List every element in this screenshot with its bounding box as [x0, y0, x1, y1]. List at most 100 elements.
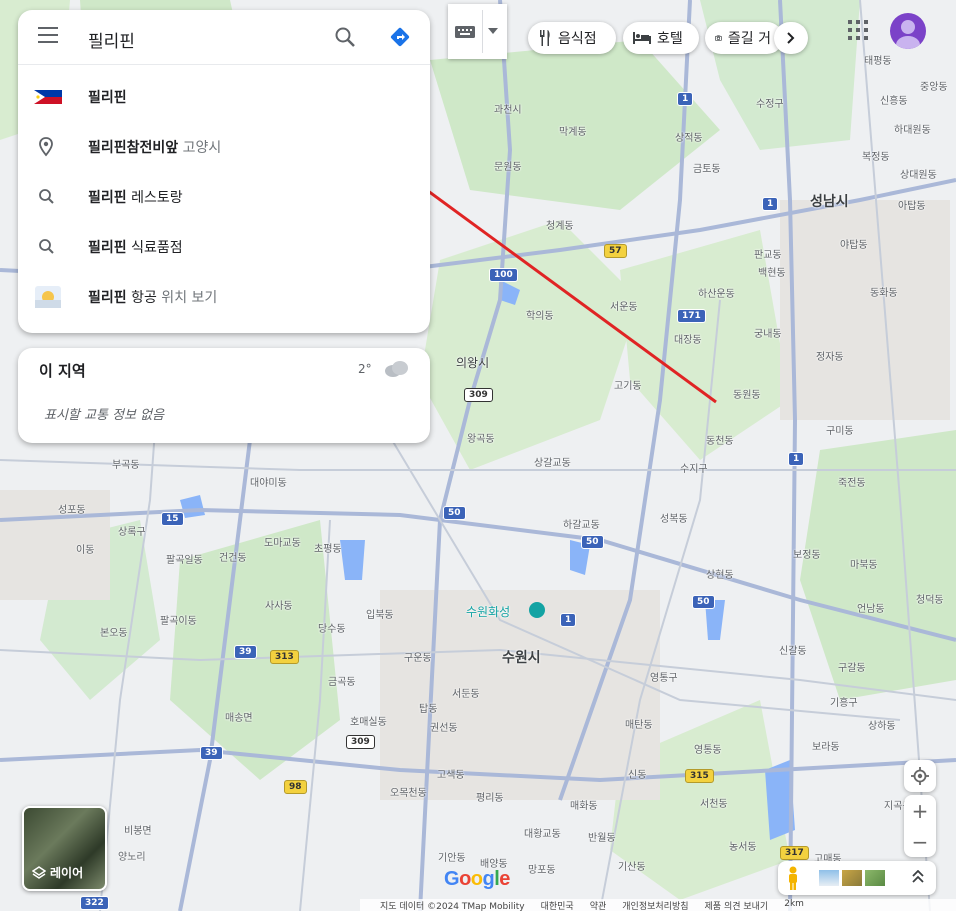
- suggestion-item[interactable]: 필리핀 식료품점: [18, 222, 430, 272]
- map-place-label: 궁내동: [754, 329, 782, 340]
- imagery-thumb[interactable]: [865, 870, 885, 886]
- map-place-label: 부곡동: [112, 460, 140, 471]
- map-place-label: 구갈동: [838, 663, 866, 674]
- zoom-in-button[interactable]: +: [904, 795, 936, 826]
- imagery-thumb[interactable]: [842, 870, 862, 886]
- scroll-right-button[interactable]: [774, 22, 808, 54]
- map-place-label: 신흥동: [880, 96, 908, 107]
- map-footer: 지도 데이터 ©2024 TMap Mobility 대한민국 약관 개인정보처…: [360, 899, 956, 911]
- map-place-label: 양노리: [118, 852, 146, 863]
- search-row: 필리핀: [18, 10, 430, 65]
- map-city-label: 수원시: [502, 650, 541, 666]
- map-place-label: 동화동: [870, 288, 898, 299]
- footer-link[interactable]: 제품 의견 보내기: [705, 899, 769, 911]
- suggestion-item[interactable]: 필리핀 항공 위치 보기: [18, 272, 430, 322]
- category-things-to-do[interactable]: 즐길 거: [705, 22, 783, 54]
- zoom-out-button[interactable]: −: [904, 826, 936, 857]
- keyboard-icon: [455, 26, 475, 38]
- map-place-label: 구미동: [826, 426, 854, 437]
- scale-label[interactable]: 2km: [784, 899, 804, 911]
- suggestion-item[interactable]: 필리핀 레스토랑: [18, 172, 430, 222]
- suggestion-sub: 위치 보기: [156, 290, 218, 306]
- highway-shield: 39: [234, 645, 257, 659]
- map-place-label: 이동: [76, 545, 95, 556]
- layers-icon: [32, 865, 46, 879]
- highway-shield: 1: [762, 197, 779, 211]
- map-place-label: 영통동: [694, 745, 722, 756]
- menu-icon[interactable]: [38, 27, 58, 45]
- layers-button[interactable]: 레이어: [22, 806, 107, 891]
- map-place-label: 금곡동: [328, 677, 356, 688]
- map-place-label: 상현동: [706, 570, 734, 581]
- map-place-label: 학의동: [526, 311, 554, 322]
- search-icon[interactable]: [333, 25, 357, 49]
- map-place-label: 건건동: [219, 553, 247, 564]
- highway-shield: 50: [692, 595, 715, 609]
- map-place-label: 팔곡이동: [160, 616, 197, 627]
- highway-shield: 315: [685, 769, 714, 783]
- directions-icon[interactable]: [388, 25, 412, 49]
- my-location-button[interactable]: [904, 760, 936, 792]
- map-place-label: 망포동: [528, 865, 556, 876]
- expand-up-icon[interactable]: [912, 870, 924, 884]
- map-place-label: 보정동: [793, 550, 821, 561]
- category-hotels[interactable]: 호텔: [623, 22, 699, 54]
- area-card[interactable]: 이 지역 2° 표시할 교통 정보 없음: [18, 348, 430, 443]
- highway-shield: 1: [560, 613, 577, 627]
- imagery-strip: [778, 861, 936, 895]
- category-label: 호텔: [657, 31, 683, 47]
- suggestion-item[interactable]: 필리핀: [18, 72, 430, 122]
- map-place-label: 영통구: [650, 673, 678, 684]
- input-tools-button[interactable]: [448, 4, 507, 59]
- suggestion-bold: 필리핀: [88, 290, 127, 306]
- footer-attribution: 지도 데이터 ©2024 TMap Mobility: [380, 902, 525, 911]
- apps-grid-icon[interactable]: [848, 20, 868, 40]
- category-restaurants[interactable]: 음식점: [528, 22, 616, 54]
- suggestion-rest: 식료품점: [126, 240, 183, 256]
- map-place-label: 비봉면: [124, 826, 152, 837]
- map-place-label: 고색동: [437, 770, 465, 781]
- map-place-label: 상갈교동: [534, 458, 571, 469]
- footer-link[interactable]: 약관: [590, 899, 607, 911]
- map-place-label: 도마교동: [264, 538, 301, 549]
- map-place-label: 왕곡동: [467, 434, 495, 445]
- map-place-label: 오목천동: [390, 788, 427, 799]
- pin-icon: [39, 137, 53, 157]
- map-place-label: 매화동: [570, 801, 598, 812]
- highway-shield: 1: [677, 92, 694, 106]
- map-place-label: 호매실동: [350, 717, 387, 728]
- bed-icon: [633, 32, 651, 44]
- map-place-label: 마북동: [850, 560, 878, 571]
- map-place-label: 당수동: [318, 624, 346, 635]
- map-place-label: 반월동: [588, 833, 616, 844]
- avatar[interactable]: [890, 13, 926, 49]
- map-place-label: 신동: [628, 770, 647, 781]
- map-place-label: 아탑동: [898, 201, 926, 212]
- suggestion-bold: 필리핀: [88, 140, 127, 156]
- map-place-label: 판교동: [754, 250, 782, 261]
- suggestion-item[interactable]: 필리핀참전비앞 고양시: [18, 122, 430, 172]
- imagery-thumb[interactable]: [819, 870, 839, 886]
- map-place-label: 청계동: [546, 221, 574, 232]
- highway-shield: 1: [788, 452, 805, 466]
- cloud-icon: [385, 361, 408, 377]
- map-place-label: 기안동: [438, 853, 466, 864]
- suggestion-rest: 항공: [126, 290, 157, 306]
- search-icon: [39, 239, 54, 254]
- chevron-down-icon[interactable]: [488, 28, 498, 34]
- map-place-label: 권선동: [430, 723, 458, 734]
- map-place-label: 대장동: [674, 335, 702, 346]
- map-place-label: 대황교동: [524, 829, 561, 840]
- footer-link[interactable]: 대한민국: [541, 899, 574, 911]
- map-place-label: 서둔동: [452, 689, 480, 700]
- highway-shield: 50: [581, 535, 604, 549]
- map-place-label: 정자동: [816, 352, 844, 363]
- highway-shield: 309: [346, 735, 375, 749]
- highway-shield: 39: [200, 746, 223, 760]
- map-city-label: 의왕시: [456, 356, 490, 370]
- zoom-controls: + −: [904, 795, 936, 857]
- chevron-right-icon: [787, 32, 795, 44]
- footer-link[interactable]: 개인정보처리방침: [622, 899, 688, 911]
- search-input[interactable]: 필리핀: [88, 27, 135, 52]
- pegman-icon[interactable]: [786, 866, 800, 890]
